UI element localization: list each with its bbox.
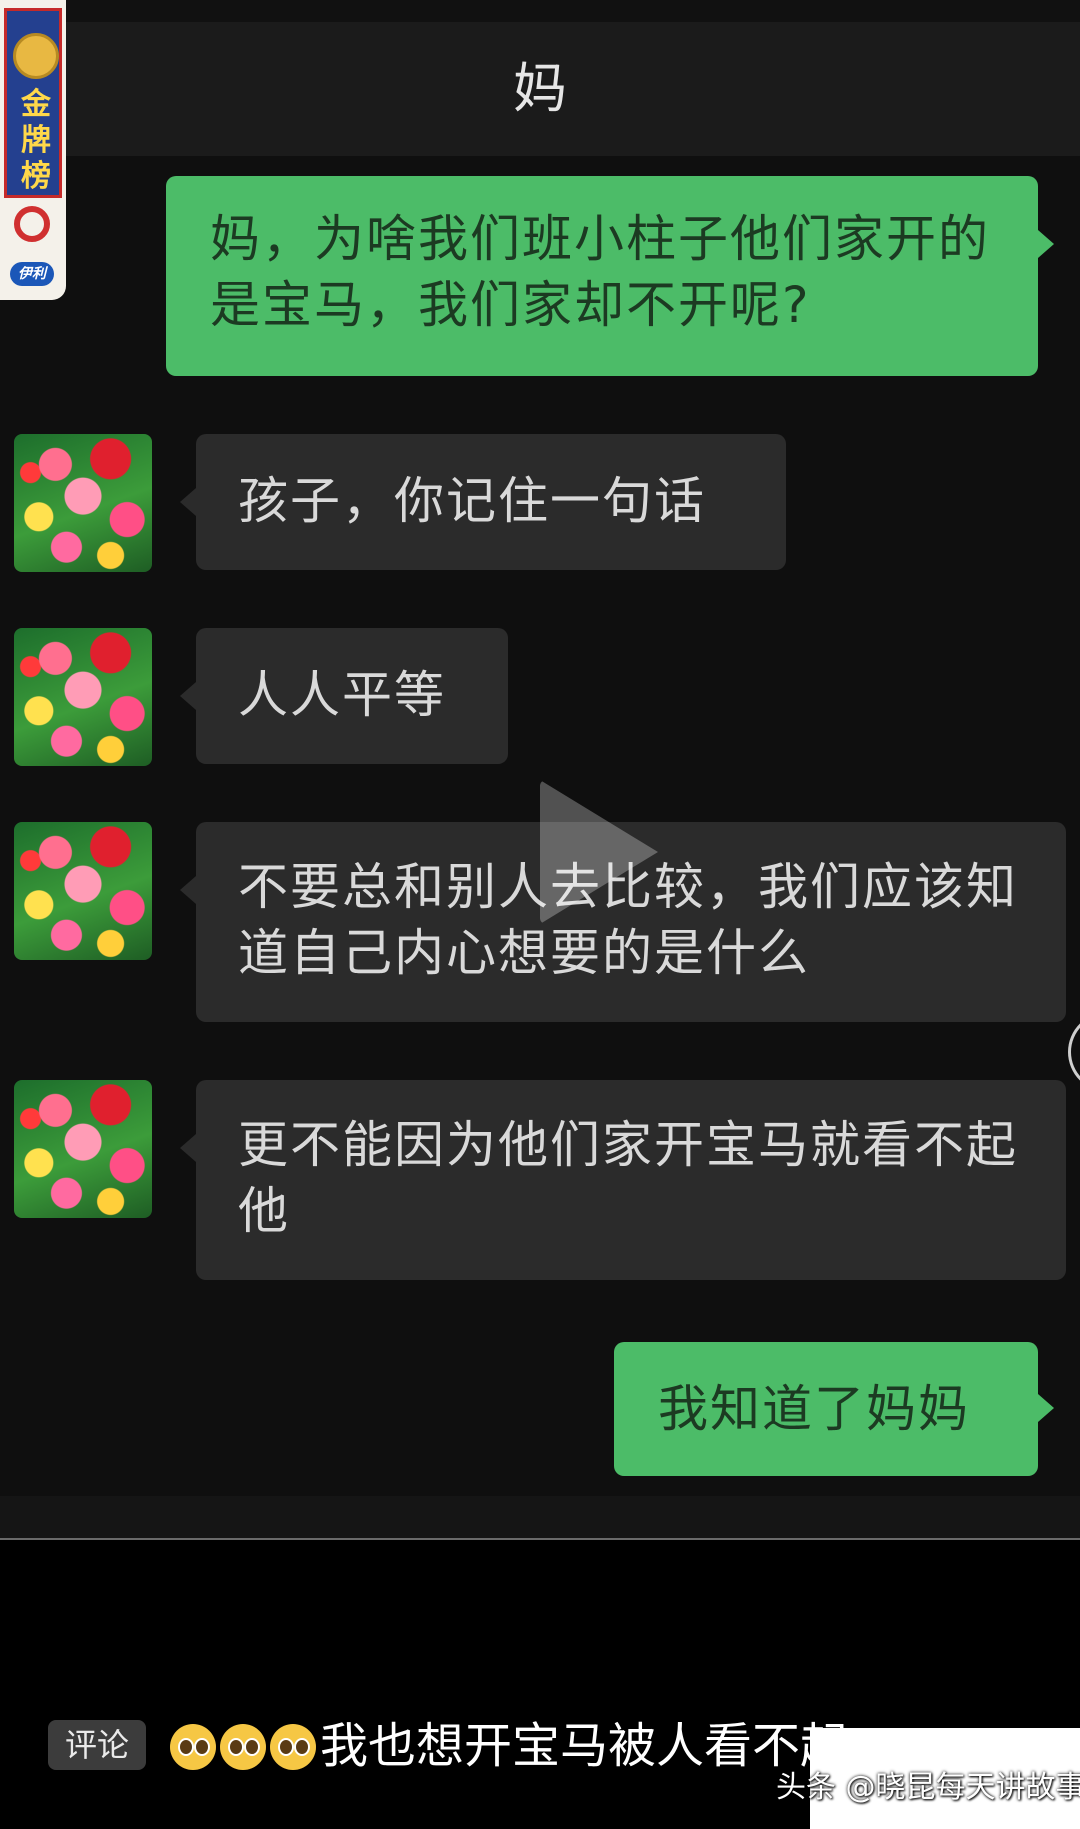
medal-table-label: 金牌榜 xyxy=(21,87,51,194)
incoming-message-bubble: 人人平等 xyxy=(196,628,508,764)
top-comment-text[interactable]: 我也想开宝马被人看不起 xyxy=(320,1714,848,1778)
message-text: 更不能因为他们家开宝马就看不起他 xyxy=(238,1116,1018,1240)
chat-bottom-edge xyxy=(0,1496,1080,1540)
chat-title: 妈 xyxy=(513,57,567,120)
chat-screenshot: 妈 妈，为啥我们班小柱子他们家开的是宝马，我们家却不开呢? 孩子，你记住一句话 … xyxy=(0,0,1080,1540)
sponsor-logo: 伊利 xyxy=(10,262,54,286)
bubble-tail xyxy=(180,682,196,710)
chat-header: 妈 xyxy=(0,22,1080,156)
incoming-message-bubble: 孩子，你记住一句话 xyxy=(196,434,786,570)
bubble-tail xyxy=(180,1134,196,1162)
bubble-tail xyxy=(1038,1394,1054,1422)
message-text: 人人平等 xyxy=(238,666,446,724)
message-text: 妈，为啥我们班小柱子他们家开的是宝马，我们家却不开呢? xyxy=(210,210,990,334)
bubble-tail xyxy=(180,488,196,516)
pleading-face-emoji-icon xyxy=(270,1724,316,1770)
outgoing-message-bubble: 我知道了妈妈 xyxy=(614,1342,1038,1476)
watermark: 头条 @晓昆每天讲故事 xyxy=(776,1770,1080,1805)
medal-table-badge[interactable]: 金牌榜 伊利 xyxy=(0,0,66,300)
medal-ribbon: 金牌榜 xyxy=(4,8,62,198)
incoming-message-bubble: 更不能因为他们家开宝马就看不起他 xyxy=(196,1080,1066,1280)
play-icon[interactable] xyxy=(540,780,658,924)
message-text: 我知道了妈妈 xyxy=(658,1380,970,1438)
gold-medal-icon xyxy=(13,33,59,79)
comment-button[interactable]: 评论 xyxy=(48,1720,146,1770)
pleading-face-emoji-icon xyxy=(170,1724,216,1770)
mom-avatar[interactable] xyxy=(14,822,152,960)
message-text: 孩子，你记住一句话 xyxy=(238,472,706,530)
mom-avatar[interactable] xyxy=(14,434,152,572)
bubble-tail xyxy=(1038,230,1054,258)
olympic-logo-icon xyxy=(14,206,50,242)
mom-avatar[interactable] xyxy=(14,628,152,766)
outgoing-message-bubble: 妈，为啥我们班小柱子他们家开的是宝马，我们家却不开呢? xyxy=(166,176,1038,376)
mom-avatar[interactable] xyxy=(14,1080,152,1218)
bubble-tail xyxy=(180,876,196,904)
pleading-face-emoji-icon xyxy=(220,1724,266,1770)
